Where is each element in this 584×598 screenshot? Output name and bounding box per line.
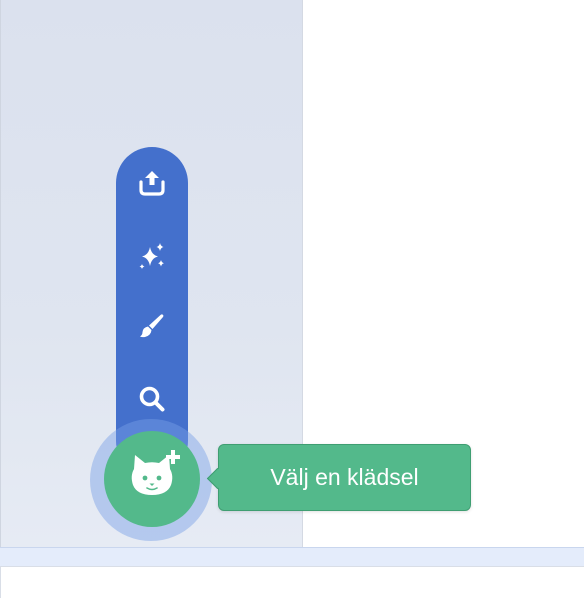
surprise-sparkle-icon: [137, 241, 167, 271]
editor-area: Välj en klädsel: [0, 0, 584, 598]
choose-costume-tooltip: Välj en klädsel: [206, 444, 471, 511]
cat-plus-icon: [120, 445, 184, 514]
choose-costume-button[interactable]: [104, 431, 200, 527]
surprise-costume-button[interactable]: [116, 228, 188, 284]
pane-divider: [0, 547, 584, 566]
tooltip-label: Välj en klädsel: [270, 464, 419, 490]
upload-costume-button[interactable]: [116, 155, 188, 211]
bottom-panel: [0, 566, 584, 598]
search-icon: [137, 384, 167, 414]
upload-icon: [137, 168, 167, 198]
paint-brush-icon: [137, 311, 167, 341]
paint-costume-button[interactable]: [116, 298, 188, 354]
